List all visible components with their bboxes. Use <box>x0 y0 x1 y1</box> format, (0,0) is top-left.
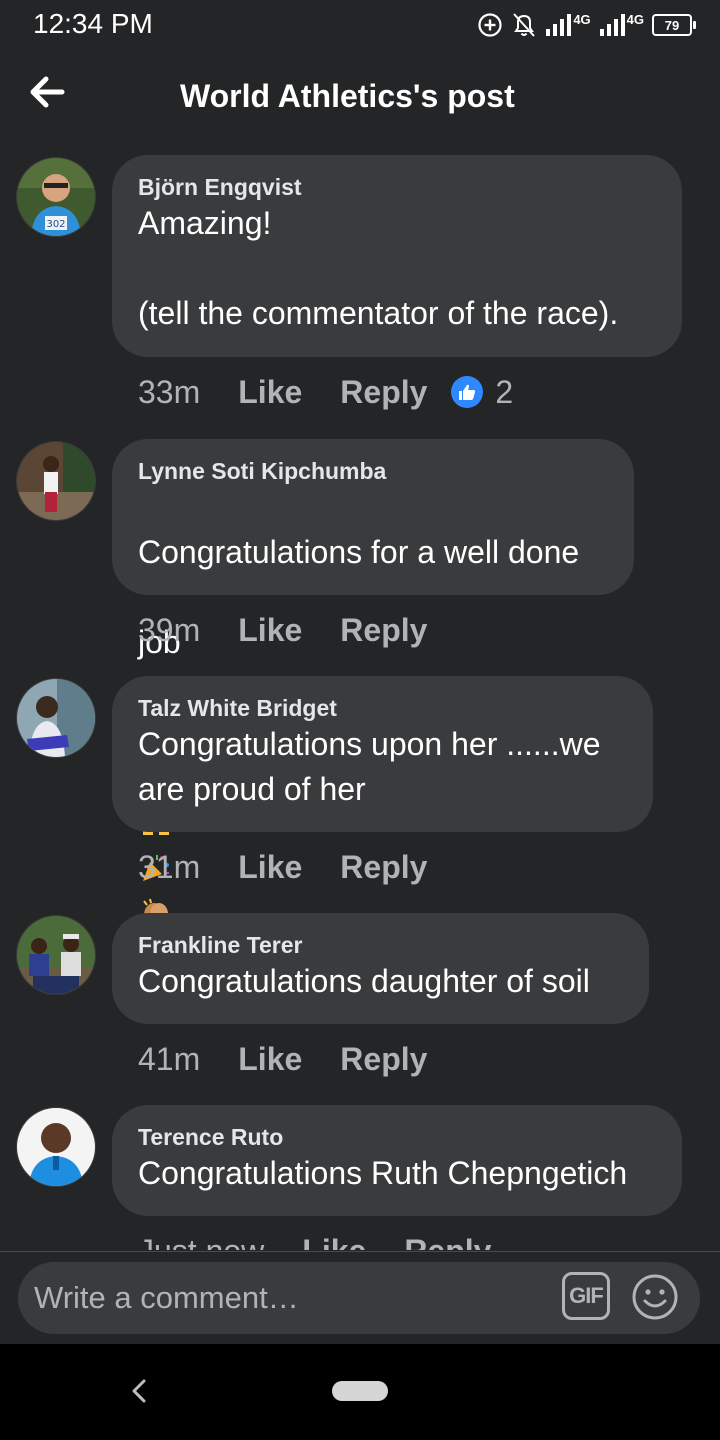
comment-author[interactable]: Terence Ruto <box>138 1123 656 1151</box>
nav-home-pill[interactable] <box>332 1381 388 1401</box>
comment-time[interactable]: 33m <box>138 374 200 411</box>
reply-button[interactable]: Reply <box>340 849 427 886</box>
reply-button[interactable]: Reply <box>340 1041 427 1078</box>
comment-author[interactable]: Lynne Soti Kipchumba <box>138 457 608 485</box>
comment-bubble[interactable]: Björn Engqvist Amazing! (tell the commen… <box>112 155 682 357</box>
comment-bubble[interactable]: Lynne Soti Kipchumba Congratulations for… <box>112 439 634 1017</box>
reply-button[interactable]: Reply <box>404 1233 491 1251</box>
comment-actions: 31m Like Reply <box>138 847 465 887</box>
gif-button[interactable]: GIF <box>562 1272 610 1320</box>
comment-actions: Just now Like Reply <box>138 1231 529 1251</box>
reaction-count: 2 <box>495 373 514 410</box>
composer-divider <box>0 1251 720 1252</box>
network-type-label-2: 4G <box>626 11 644 27</box>
like-button[interactable]: Like <box>238 612 302 649</box>
comment-time[interactable]: 39m <box>138 612 200 649</box>
nav-back-icon[interactable] <box>124 1376 154 1406</box>
comment-actions: 33m Like Reply 2 <box>138 372 513 412</box>
status-time: 12:34 PM <box>33 8 153 39</box>
network-type-label: 4G <box>573 11 591 27</box>
svg-text:302: 302 <box>46 219 65 230</box>
comment-author[interactable]: Frankline Terer <box>138 931 623 959</box>
emoji-icon[interactable] <box>630 1272 680 1322</box>
like-button[interactable]: Like <box>302 1233 366 1251</box>
status-bar: 12:34 PM 4G 4G 79 <box>0 0 720 50</box>
comment-input[interactable]: Write a comment… GIF <box>18 1262 700 1334</box>
reply-button[interactable]: Reply <box>340 374 427 411</box>
comment-time[interactable]: 31m <box>138 849 200 886</box>
battery-icon: 79 <box>652 14 696 36</box>
thumbs-up-icon <box>451 376 484 408</box>
reply-button[interactable]: Reply <box>340 612 427 649</box>
page-title: World Athletics's post <box>180 78 515 114</box>
comment-text: Congratulations upon her ......we are pr… <box>138 726 601 807</box>
comment-author[interactable]: Björn Engqvist <box>138 173 656 201</box>
comment-time[interactable]: 41m <box>138 1041 200 1078</box>
comment-text: Congratulations Ruth Chepngetich <box>138 1155 628 1191</box>
like-button[interactable]: Like <box>238 1041 302 1078</box>
status-icons: 4G 4G 79 <box>477 9 696 41</box>
like-button[interactable]: Like <box>238 374 302 411</box>
comment-bubble[interactable]: Terence Ruto Congratulations Ruth Chepng… <box>112 1105 682 1216</box>
data-saver-icon <box>478 13 502 37</box>
signal-icon <box>546 14 572 36</box>
comment-text-line: Congratulations for a well done <box>138 534 580 570</box>
avatar[interactable] <box>16 1107 96 1187</box>
comment-time[interactable]: Just now <box>138 1233 264 1251</box>
app-bar: World Athletics's post <box>0 52 720 142</box>
avatar[interactable] <box>16 678 96 758</box>
comment-actions: 39m Like Reply <box>138 610 465 650</box>
system-nav-bar <box>0 1344 720 1440</box>
avatar[interactable] <box>16 441 96 521</box>
battery-level: 79 <box>664 17 680 33</box>
comment-actions: 41m Like Reply <box>138 1039 465 1079</box>
comment-text: Amazing! (tell the commentator of the ra… <box>138 205 619 331</box>
comment-bubble[interactable]: Frankline Terer Congratulations daughter… <box>112 913 649 1024</box>
comments-list[interactable]: 302 Björn Engqvist Amazing! (tell the co… <box>0 155 720 1250</box>
like-button[interactable]: Like <box>238 849 302 886</box>
comment-bubble[interactable]: Talz White Bridget Congratulations upon … <box>112 676 653 832</box>
reaction-summary[interactable]: 2 <box>451 374 513 411</box>
signal-icon-2 <box>599 14 625 36</box>
avatar[interactable] <box>16 915 96 995</box>
avatar[interactable]: 302 <box>16 157 96 237</box>
bell-off-icon <box>513 13 536 37</box>
comment-text: Congratulations daughter of soil <box>138 963 590 999</box>
back-arrow-icon[interactable] <box>26 70 70 114</box>
comment-author[interactable]: Talz White Bridget <box>138 694 627 722</box>
comment-input-placeholder: Write a comment… <box>34 1280 299 1315</box>
